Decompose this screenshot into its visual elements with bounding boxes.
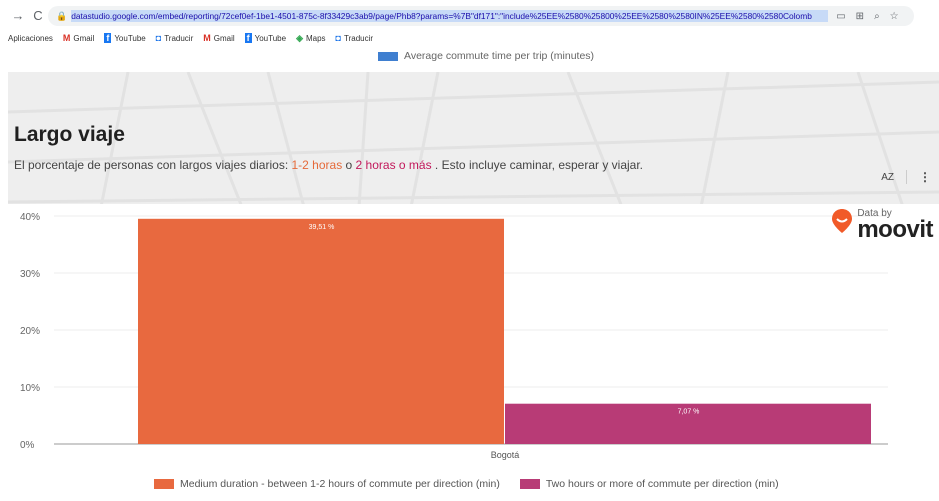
legend-swatch [378, 51, 398, 61]
legend-label: Medium duration - between 1-2 hours of c… [180, 478, 500, 490]
x-tick-label: Bogotá [491, 450, 520, 460]
bookmark-label: Traducir [164, 33, 194, 43]
divider [906, 170, 907, 184]
browser-toolbar: → C 🔒 datastudio.google.com/embed/report… [0, 0, 939, 30]
bookmark-label: Traducir [343, 33, 374, 43]
bookmark-label: Gmail [73, 33, 95, 43]
moovit-pin-icon [832, 209, 853, 233]
bar [138, 218, 504, 444]
chart-tools: AZ ⋮ [881, 170, 931, 184]
facebook-icon: f [104, 33, 112, 43]
gmail-icon: M [62, 33, 71, 43]
legend-swatch [154, 479, 174, 489]
legend-label: Two hours or more of commute per directi… [545, 478, 779, 490]
bookmark-traducir[interactable]: ◘ Traducir [156, 33, 193, 43]
subtitle-text: El porcentaje de personas con largos via… [14, 158, 292, 172]
translate-icon: ◘ [155, 33, 162, 43]
legend-label: Average commute time per trip (minutes) [404, 50, 595, 62]
facebook-icon: f [244, 33, 252, 43]
bookmarks-bar: Aplicaciones M Gmail f YouTube ◘ Traducir M… [0, 30, 939, 46]
subtitle-highlight-1: 1-2 horas [291, 158, 343, 172]
section-title: Largo viaje [14, 123, 125, 146]
bookmark-traducir[interactable]: ◘ Traducir [336, 33, 373, 43]
legend-swatch [519, 479, 540, 489]
address-bar[interactable]: 🔒 datastudio.google.com/embed/reporting/… [48, 6, 914, 26]
bookmark-gmail[interactable]: M Gmail [203, 33, 234, 43]
y-tick-label: 10% [20, 383, 40, 394]
y-tick-label: 40% [20, 212, 40, 223]
maps-icon: ◈ [296, 32, 303, 43]
chart-legend: Medium duration - between 1-2 hours of c… [154, 478, 793, 490]
bookmark-label: Aplicaciones [8, 33, 53, 43]
bookmark-label: YouTube [254, 33, 287, 43]
moovit-logo: Data by moovit [831, 208, 933, 243]
bookmark-apps[interactable]: Aplicaciones [8, 34, 53, 43]
forward-icon[interactable]: → [8, 8, 28, 23]
legend-item: Two hours or more of commute per directi… [519, 478, 779, 490]
chart-container: 0% 10% 20% 30% 40% 39,51 % 7,07 % Bogotá Data b… [8, 204, 939, 501]
subtitle-text: o [342, 158, 356, 172]
report-page: Average commute time per trip (minutes) … [8, 46, 939, 501]
bookmark-gmail[interactable]: M Gmail [63, 33, 94, 43]
subtitle-highlight-2: 2 horas o más [355, 158, 432, 172]
legend-item: Medium duration - between 1-2 hours of c… [154, 478, 500, 490]
bookmark-label: Gmail [213, 33, 235, 43]
top-legend: Average commute time per trip (minutes) [378, 50, 594, 62]
map-background [8, 72, 939, 222]
y-tick-label: 30% [20, 269, 40, 280]
bookmark-maps[interactable]: ◈ Maps [296, 33, 325, 44]
zoom-icon[interactable]: ⌕ [874, 11, 880, 22]
data-label: 7,07 % [678, 409, 700, 416]
translate-icon: ◘ [335, 33, 341, 43]
y-tick-label: 20% [20, 326, 40, 337]
bookmark-youtube[interactable]: f YouTube [104, 33, 146, 43]
lock-icon: 🔒 [56, 10, 68, 21]
translate-icon[interactable]: ⊞ [856, 11, 864, 22]
section-header [8, 72, 939, 222]
star-icon[interactable]: ☆ [890, 11, 899, 22]
y-tick-label: 0% [20, 440, 35, 451]
reload-icon[interactable]: C [28, 8, 48, 23]
bar-chart: 0% 10% 20% 30% 40% 39,51 % 7,07 % Bogotá [20, 212, 888, 460]
section-subtitle: El porcentaje de personas con largos via… [14, 158, 643, 172]
gmail-icon: M [203, 33, 211, 43]
url-text[interactable]: datastudio.google.com/embed/reporting/72… [71, 10, 829, 22]
data-label: 39,51 % [309, 224, 335, 231]
brand-name: moovit [857, 216, 933, 243]
more-icon[interactable]: ⋮ [919, 170, 931, 184]
subtitle-text: . Esto incluye caminar, esperar y viajar… [431, 158, 644, 172]
bookmark-label: YouTube [114, 33, 146, 43]
sort-icon[interactable]: AZ [881, 172, 894, 183]
bookmark-youtube[interactable]: f YouTube [244, 33, 287, 43]
reader-icon[interactable]: ▭ [836, 11, 845, 22]
bookmark-label: Maps [305, 33, 326, 43]
